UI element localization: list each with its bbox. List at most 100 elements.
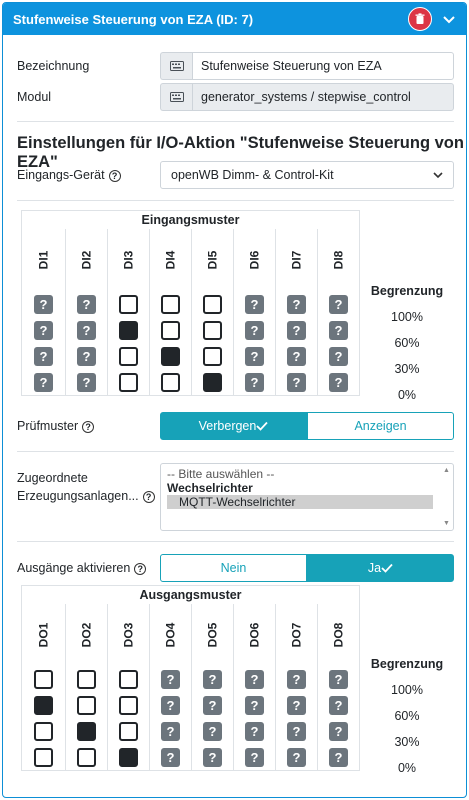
delete-button[interactable] xyxy=(408,7,432,31)
show-pattern-button[interactable]: Anzeigen xyxy=(307,412,454,440)
pattern-checkbox[interactable] xyxy=(161,320,180,340)
limit-value: 0% xyxy=(397,388,417,402)
device-row: Eingangs-Gerät? openWB Dimm- & Control-K… xyxy=(17,161,454,189)
unknown-state-icon: ? xyxy=(203,669,222,689)
output-pattern-column-header: DO1 xyxy=(36,622,51,648)
card-header[interactable]: Stufenweise Steuerung von EZA (ID: 7) xyxy=(3,3,466,35)
help-icon[interactable]: ? xyxy=(108,169,121,182)
pattern-checkbox[interactable] xyxy=(119,721,138,741)
pattern-checkbox-checked[interactable] xyxy=(77,721,96,741)
outputs-no-button[interactable]: Nein xyxy=(160,554,307,582)
pattern-checkbox[interactable] xyxy=(34,721,53,741)
trash-icon xyxy=(415,13,425,24)
pattern-checkbox[interactable] xyxy=(119,669,138,689)
input-pattern-column: DI1???? xyxy=(22,229,65,395)
input-pattern-column-header: DI4 xyxy=(163,250,178,270)
divider xyxy=(17,541,454,542)
device-select-value: openWB Dimm- & Control-Kit xyxy=(171,168,334,182)
unknown-state-icon: ? xyxy=(329,695,348,715)
unknown-state-icon: ? xyxy=(34,346,53,366)
card-title: Stufenweise Steuerung von EZA (ID: 7) xyxy=(13,11,254,27)
unknown-state-icon: ? xyxy=(161,669,180,689)
pattern-checkbox[interactable] xyxy=(119,372,138,392)
unknown-state-icon: ? xyxy=(77,320,96,340)
hide-pattern-button[interactable]: Verbergen xyxy=(160,412,307,440)
pattern-checkbox-checked[interactable] xyxy=(34,695,53,715)
chevron-down-icon[interactable] xyxy=(442,12,456,26)
output-pattern-column: DO3 xyxy=(107,604,149,770)
limit-value: 30% xyxy=(394,362,420,376)
check-icon xyxy=(256,421,269,431)
generators-multiselect[interactable]: -- Bitte auswählen -- Wechselrichter MQT… xyxy=(160,463,454,531)
pattern-checkbox[interactable] xyxy=(203,294,222,314)
generators-row: Zugeordnete Erzeugungsanlagen...? -- Bit… xyxy=(17,463,454,531)
outputs-label: Ausgänge aktivieren xyxy=(17,561,131,575)
input-pattern-column: DI5 xyxy=(191,229,233,395)
pattern-checkbox[interactable] xyxy=(203,346,222,366)
pattern-checkbox[interactable] xyxy=(119,695,138,715)
listbox-scrollbar[interactable]: ▲ ▼ xyxy=(443,467,451,527)
output-pattern-column-header: DO3 xyxy=(121,622,136,648)
output-pattern-column-header: DO5 xyxy=(205,622,220,648)
pattern-checkbox[interactable] xyxy=(77,695,96,715)
pattern-checkbox[interactable] xyxy=(119,294,138,314)
device-label: Eingangs-Gerät xyxy=(17,168,105,182)
input-limits: Begrenzung 100% 60% 30% 0% xyxy=(367,278,447,408)
pattern-checkbox-checked[interactable] xyxy=(203,372,222,392)
unknown-state-icon: ? xyxy=(203,747,222,767)
help-icon[interactable]: ? xyxy=(82,420,95,433)
unknown-state-icon: ? xyxy=(329,294,348,314)
pattern-checkbox-checked[interactable] xyxy=(119,747,138,767)
divider xyxy=(17,451,454,452)
pattern-checkbox[interactable] xyxy=(119,346,138,366)
limit-value: 60% xyxy=(394,336,420,350)
output-pattern-column-header: DO4 xyxy=(163,622,178,648)
pattern-checkbox[interactable] xyxy=(203,320,222,340)
pattern-checkbox[interactable] xyxy=(34,747,53,767)
unknown-state-icon: ? xyxy=(245,294,264,314)
input-pattern-column-header: DI5 xyxy=(205,250,220,270)
pattern-checkbox[interactable] xyxy=(161,294,180,314)
generators-placeholder[interactable]: -- Bitte auswählen -- xyxy=(167,467,447,481)
pattern-checkbox[interactable] xyxy=(77,747,96,767)
device-select[interactable]: openWB Dimm- & Control-Kit xyxy=(160,161,454,189)
modul-row: Modul generator_systems / stepwise_contr… xyxy=(17,83,454,111)
limit-value: 60% xyxy=(394,709,420,723)
unknown-state-icon: ? xyxy=(245,669,264,689)
unknown-state-icon: ? xyxy=(203,695,222,715)
generators-option[interactable]: MQTT-Wechselrichter xyxy=(167,495,433,509)
output-pattern-column: DO5???? xyxy=(191,604,233,770)
unknown-state-icon: ? xyxy=(161,721,180,741)
input-pattern-column-header: DI1 xyxy=(36,250,51,270)
bezeichnung-input[interactable]: Stufenweise Steuerung von EZA xyxy=(192,52,454,80)
pattern-checkbox-checked[interactable] xyxy=(161,346,180,366)
unknown-state-icon: ? xyxy=(161,747,180,767)
input-pattern-column-header: DI2 xyxy=(79,250,94,270)
unknown-state-icon: ? xyxy=(287,346,306,366)
help-icon[interactable]: ? xyxy=(142,490,155,503)
output-pattern-title: Ausgangsmuster xyxy=(139,588,242,602)
pattern-checkbox[interactable] xyxy=(77,669,96,689)
output-pattern-table: Ausgangsmuster DO1 DO2 DO3 DO4???? DO5???? DO… xyxy=(21,585,360,771)
outputs-yes-button[interactable]: Ja xyxy=(307,554,454,582)
unknown-state-icon: ? xyxy=(77,294,96,314)
input-pattern-column: DI4 xyxy=(149,229,191,395)
output-pattern-column: DO8???? xyxy=(317,604,359,770)
pattern-checkbox[interactable] xyxy=(161,372,180,392)
io-action-card: Stufenweise Steuerung von EZA (ID: 7) Be… xyxy=(2,2,467,798)
divider xyxy=(17,121,454,122)
output-pattern-column: DO4???? xyxy=(149,604,191,770)
unknown-state-icon: ? xyxy=(245,320,264,340)
unknown-state-icon: ? xyxy=(77,372,96,392)
output-pattern-column-header: DO7 xyxy=(289,622,304,648)
output-pattern-column-header: DO2 xyxy=(79,622,94,648)
divider xyxy=(17,200,454,201)
unknown-state-icon: ? xyxy=(287,721,306,741)
output-pattern-column-header: DO6 xyxy=(247,622,262,648)
limit-value: 100% xyxy=(391,310,423,324)
pattern-checkbox[interactable] xyxy=(34,669,53,689)
input-pattern-column: DI8???? xyxy=(317,229,359,395)
input-pattern-column: DI7???? xyxy=(275,229,317,395)
pattern-checkbox-checked[interactable] xyxy=(119,320,138,340)
help-icon[interactable]: ? xyxy=(134,562,147,575)
